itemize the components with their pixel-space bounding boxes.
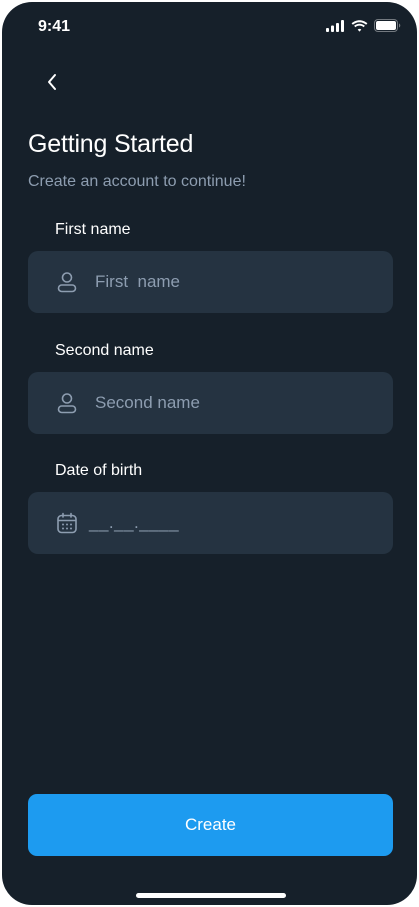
date-of-birth-label: Date of birth — [55, 462, 143, 479]
second-name-field[interactable] — [28, 372, 393, 434]
battery-icon — [374, 19, 401, 32]
phone-screen: 9:41 Getting Started Create an account t… — [2, 2, 417, 905]
page-subtitle: Create an account to continue! — [28, 173, 246, 190]
cellular-signal-icon — [326, 19, 344, 32]
user-icon — [57, 393, 77, 414]
second-name-input[interactable] — [95, 393, 355, 413]
first-name-label: First name — [55, 221, 131, 238]
calendar-icon — [57, 512, 77, 534]
home-indicator — [136, 893, 286, 898]
first-name-field[interactable] — [28, 251, 393, 313]
date-of-birth-input[interactable]: __.__.____ — [89, 513, 179, 533]
create-button[interactable]: Create — [28, 794, 393, 856]
page-title: Getting Started — [28, 130, 194, 158]
date-of-birth-field[interactable]: __.__.____ — [28, 492, 393, 554]
user-icon — [57, 272, 77, 293]
second-name-label: Second name — [55, 342, 154, 359]
status-time: 9:41 — [38, 18, 71, 35]
first-name-input[interactable] — [95, 272, 355, 292]
back-button[interactable] — [38, 68, 66, 96]
chevron-left-icon — [48, 74, 56, 90]
wifi-icon — [351, 19, 368, 32]
status-icons — [326, 19, 401, 32]
